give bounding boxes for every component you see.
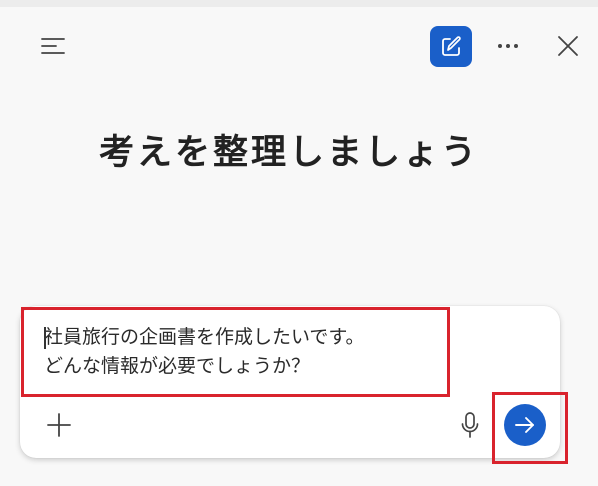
close-icon	[558, 36, 578, 56]
prompt-highlight-box	[21, 307, 450, 397]
top-strip	[0, 0, 598, 7]
ellipsis-icon	[498, 44, 518, 48]
close-button[interactable]	[548, 26, 588, 66]
microphone-icon	[461, 412, 479, 438]
more-options-button[interactable]	[488, 28, 528, 64]
compose-edit-icon	[442, 35, 461, 56]
menu-button[interactable]	[33, 28, 73, 64]
add-attachment-button[interactable]	[40, 406, 78, 444]
send-highlight-box	[492, 392, 568, 464]
voice-input-button[interactable]	[454, 406, 486, 444]
new-chat-button[interactable]	[430, 26, 472, 67]
plus-icon	[47, 413, 71, 437]
page-title: 考えを整理しましょう	[98, 133, 479, 173]
hamburger-menu-icon	[41, 38, 65, 54]
